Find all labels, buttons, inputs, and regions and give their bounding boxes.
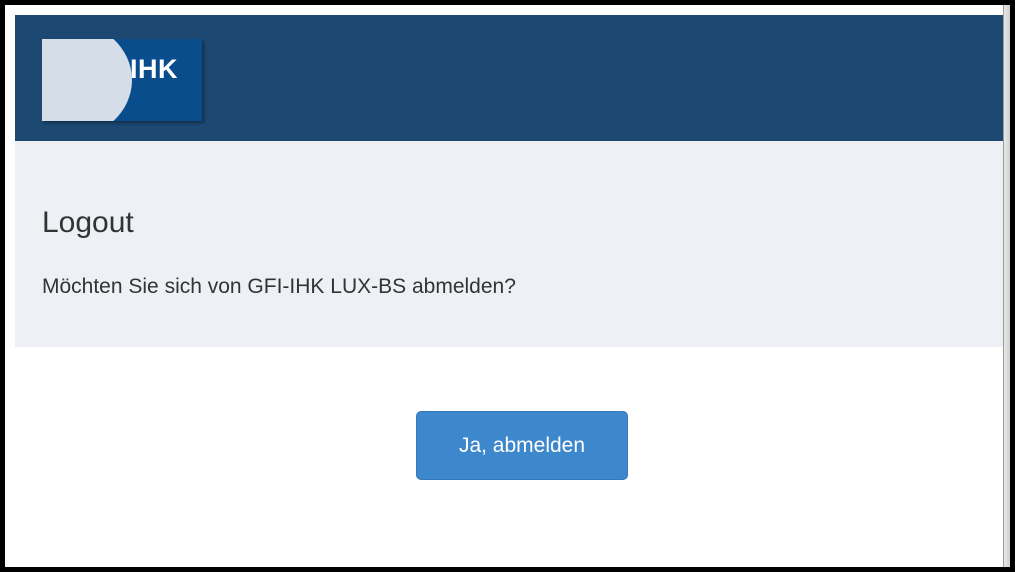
page-title: Logout: [42, 206, 134, 239]
page-header: IHK: [15, 15, 1007, 141]
confirm-logout-button[interactable]: Ja, abmelden: [416, 411, 628, 480]
logout-question: Möchten Sie sich von GFI-IHK LUX-BS abme…: [42, 275, 516, 298]
logo-text: IHK: [130, 54, 178, 84]
window-frame: IHK Logout Möchten Sie sich von GFI-IHK …: [0, 0, 1015, 572]
ihk-logo: IHK: [42, 39, 202, 121]
logo-shape: [42, 39, 132, 121]
logout-panel: Logout Möchten Sie sich von GFI-IHK LUX-…: [15, 141, 1007, 347]
